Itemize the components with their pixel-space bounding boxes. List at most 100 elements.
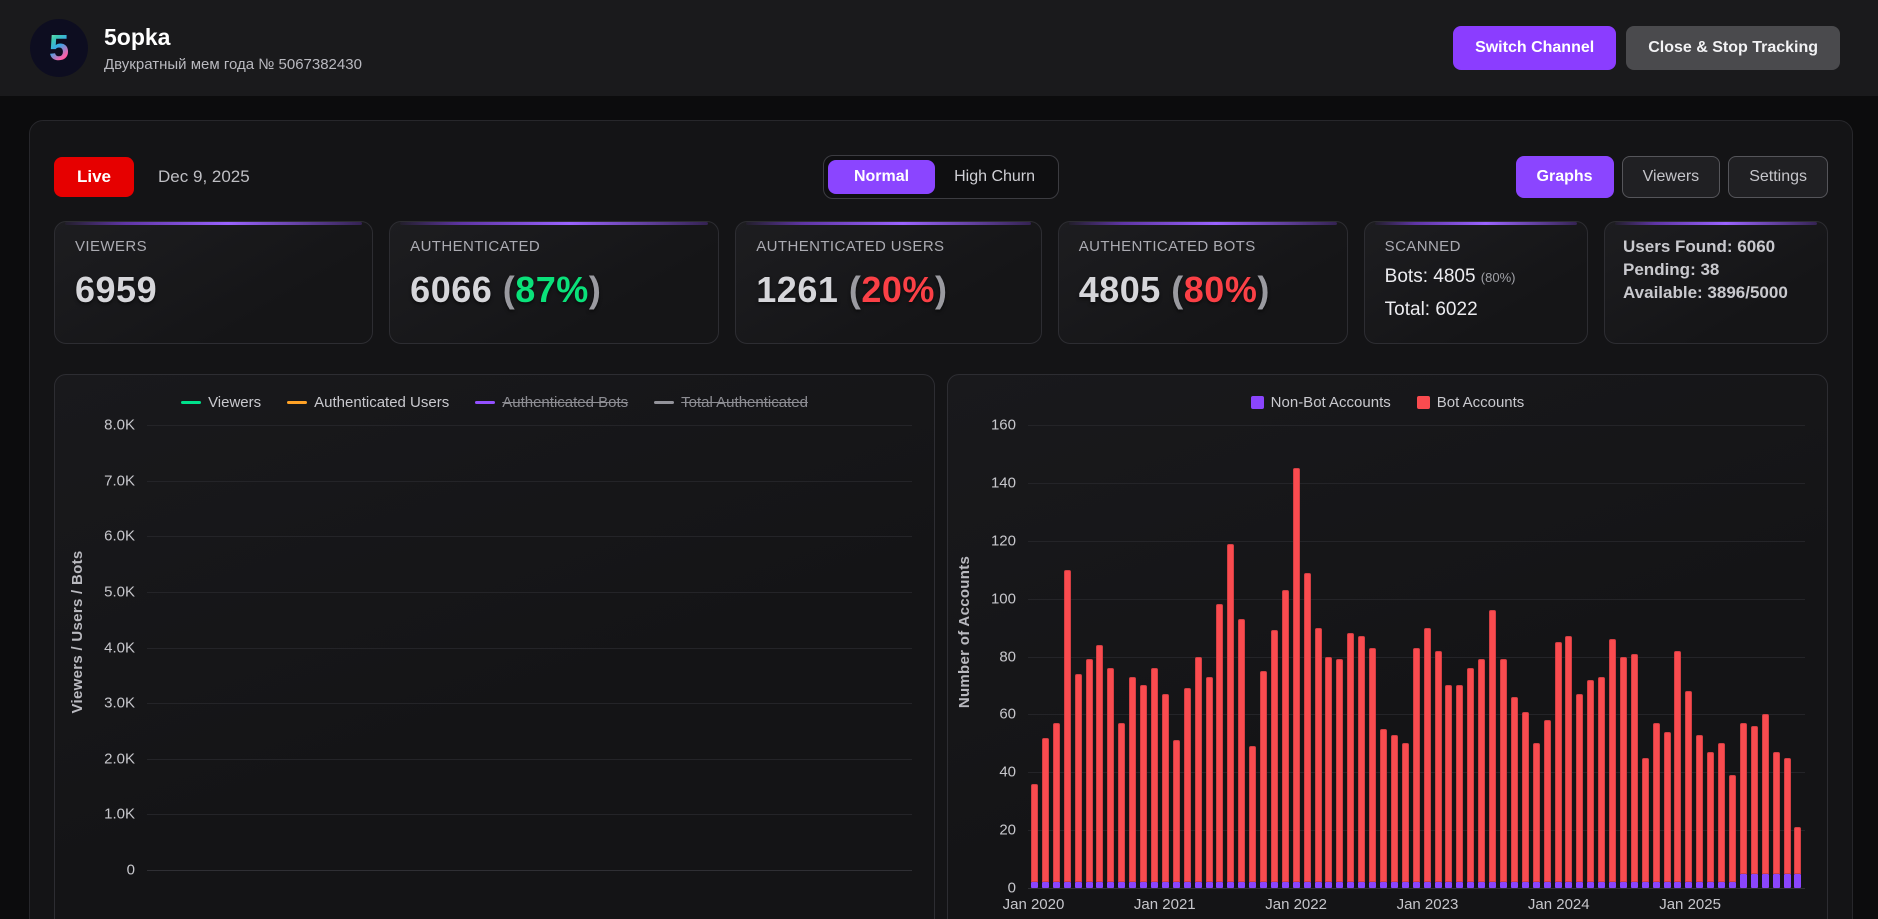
bar-month[interactable]	[1652, 425, 1660, 888]
y-tick-label: 80	[999, 648, 1016, 665]
bar-month[interactable]	[1663, 425, 1671, 888]
bar-month[interactable]	[1696, 425, 1704, 888]
bar-month[interactable]	[1347, 425, 1355, 888]
bar-month[interactable]	[1587, 425, 1595, 888]
bar-month[interactable]	[1750, 425, 1758, 888]
bar-month[interactable]	[1270, 425, 1278, 888]
bar-month[interactable]	[1641, 425, 1649, 888]
legend-item-total-authenticated[interactable]: Total Authenticated	[654, 394, 808, 411]
bar-month[interactable]	[1761, 425, 1769, 888]
bar-month[interactable]	[1729, 425, 1736, 888]
bar-month[interactable]	[1619, 425, 1627, 888]
bar-month[interactable]	[1227, 425, 1235, 888]
bar-month[interactable]	[1576, 425, 1584, 888]
bar-month[interactable]	[1718, 425, 1726, 888]
bar-month[interactable]	[1031, 425, 1038, 888]
bar-month[interactable]	[1478, 425, 1486, 888]
bar-month[interactable]	[1445, 425, 1453, 888]
tab-settings[interactable]: Settings	[1728, 156, 1828, 198]
bar-month[interactable]	[1150, 425, 1158, 888]
bot-accounts-bar	[1412, 647, 1420, 883]
bar-month[interactable]	[1532, 425, 1540, 888]
bar-month[interactable]	[1314, 425, 1322, 888]
non-bot-accounts-bar	[1423, 882, 1431, 888]
bar-month[interactable]	[1401, 425, 1409, 888]
bar-month[interactable]	[1118, 425, 1126, 888]
y-tick-label: 1.0K	[104, 805, 135, 823]
bar-month[interactable]	[1423, 425, 1431, 888]
bar-month[interactable]	[1456, 425, 1464, 888]
bar-month[interactable]	[1249, 425, 1257, 888]
bar-month[interactable]	[1609, 425, 1617, 888]
bar-month[interactable]	[1325, 425, 1333, 888]
bar-month[interactable]	[1390, 425, 1398, 888]
y-tick-label: 0	[1007, 879, 1016, 897]
bar-month[interactable]	[1783, 425, 1791, 888]
bar-month[interactable]	[1358, 425, 1366, 888]
bar-month[interactable]	[1543, 425, 1551, 888]
bar-month[interactable]	[1063, 425, 1071, 888]
bot-accounts-bar	[1063, 569, 1071, 883]
bar-month[interactable]	[1336, 425, 1344, 888]
bar-month[interactable]	[1129, 425, 1137, 888]
bar-month[interactable]	[1794, 425, 1802, 888]
bar-month[interactable]	[1598, 425, 1606, 888]
accounts-chart-legend: Non-Bot Accounts Bot Accounts	[948, 391, 1827, 413]
bar-month[interactable]	[1489, 425, 1497, 888]
bar-month[interactable]	[1096, 425, 1104, 888]
bar-month[interactable]	[1510, 425, 1518, 888]
mode-option-high-churn[interactable]: High Churn	[935, 160, 1054, 194]
bar-month[interactable]	[1238, 425, 1246, 888]
bar-month[interactable]	[1172, 425, 1180, 888]
bar-month[interactable]	[1216, 425, 1224, 888]
bar-month[interactable]	[1467, 425, 1475, 888]
bar-month[interactable]	[1041, 425, 1049, 888]
bot-accounts-bar	[1772, 752, 1780, 874]
bar-month[interactable]	[1052, 425, 1060, 888]
mode-option-normal[interactable]: Normal	[827, 160, 936, 194]
bar-month[interactable]	[1281, 425, 1289, 888]
legend-item-viewers[interactable]: Viewers	[181, 394, 261, 411]
bar-month[interactable]	[1521, 425, 1529, 888]
legend-item-authenticated-bots[interactable]: Authenticated Bots	[475, 394, 628, 411]
bar-month[interactable]	[1554, 425, 1562, 888]
channel-avatar: 5	[30, 19, 88, 77]
bar-month[interactable]	[1739, 425, 1747, 888]
switch-channel-button[interactable]: Switch Channel	[1453, 26, 1617, 70]
bar-month[interactable]	[1674, 425, 1682, 888]
bar-month[interactable]	[1565, 425, 1573, 888]
bar-month[interactable]	[1194, 425, 1202, 888]
bar-month[interactable]	[1707, 425, 1715, 888]
legend-item-bot-accounts[interactable]: Bot Accounts	[1416, 394, 1524, 411]
bar-month[interactable]	[1292, 425, 1300, 888]
bar-month[interactable]	[1380, 425, 1387, 888]
bar-month[interactable]	[1074, 425, 1082, 888]
accounts-chart-plot-area: 0 20 40 60 80 100 120 140 160 Jan 2020 Jan 2021 Jan…	[991, 417, 1805, 913]
bar-month[interactable]	[1205, 425, 1213, 888]
bar-month[interactable]	[1140, 425, 1148, 888]
bar-month[interactable]	[1434, 425, 1442, 888]
bar-month[interactable]	[1303, 425, 1311, 888]
tab-viewers[interactable]: Viewers	[1621, 156, 1721, 198]
bar-month[interactable]	[1260, 425, 1268, 888]
bar-month[interactable]	[1369, 425, 1377, 888]
bot-accounts-bar	[1325, 656, 1333, 883]
bar-month[interactable]	[1183, 425, 1191, 888]
tab-graphs[interactable]: Graphs	[1515, 156, 1614, 198]
legend-item-non-bot-accounts[interactable]: Non-Bot Accounts	[1250, 394, 1391, 411]
bar-month[interactable]	[1772, 425, 1780, 888]
non-bot-accounts-bar	[1401, 882, 1409, 888]
legend-item-authenticated-users[interactable]: Authenticated Users	[287, 394, 449, 411]
bot-accounts-bar	[1369, 647, 1377, 883]
bar-month[interactable]	[1085, 425, 1093, 888]
gridline	[147, 814, 912, 816]
non-bot-accounts-bar	[1052, 882, 1060, 888]
close-stop-tracking-button[interactable]: Close & Stop Tracking	[1626, 26, 1840, 70]
bar-month[interactable]	[1412, 425, 1420, 888]
bar-month[interactable]	[1630, 425, 1638, 888]
bar-month[interactable]	[1107, 425, 1115, 888]
bar-month[interactable]	[1499, 425, 1507, 888]
bar-month[interactable]	[1685, 425, 1693, 888]
bar-month[interactable]	[1161, 425, 1169, 888]
bot-accounts-bar	[1183, 688, 1191, 883]
